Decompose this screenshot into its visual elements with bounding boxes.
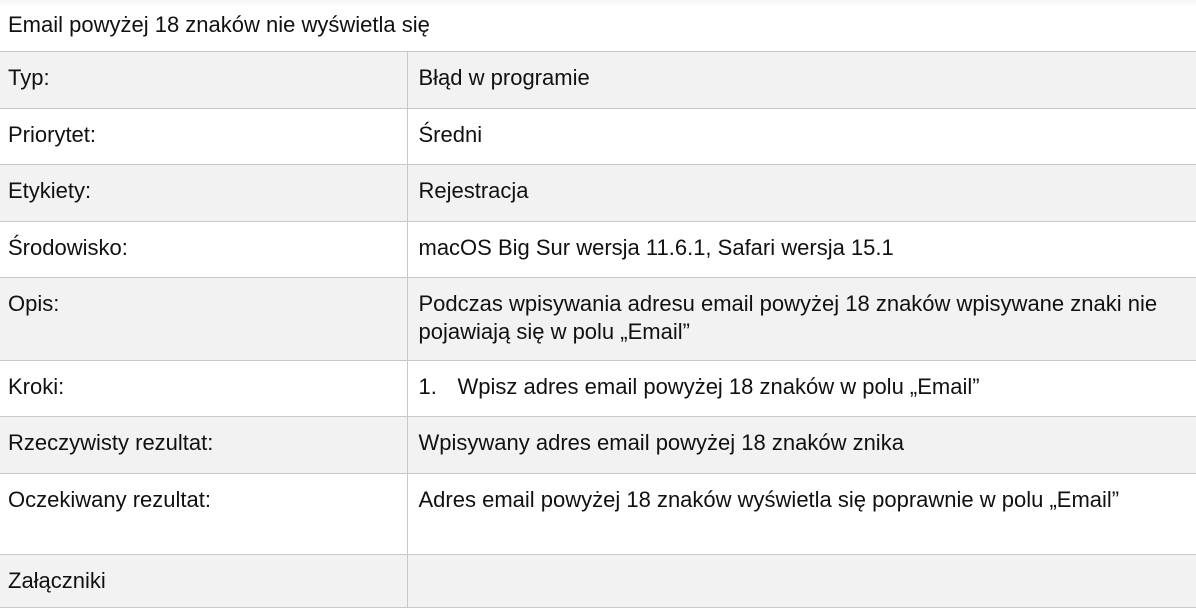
expected-result-label: Oczekiwany rezultat:: [0, 473, 408, 555]
type-value: Błąd w programie: [407, 52, 1196, 109]
row-expected-result: Oczekiwany rezultat: Adres email powyżej…: [0, 473, 1196, 555]
row-description: Opis: Podczas wpisywania adresu email po…: [0, 277, 1196, 361]
expected-result-value: Adres email powyżej 18 znaków wyświetla …: [407, 473, 1196, 555]
row-attachments: Załączniki: [0, 554, 1196, 608]
bug-report-table: Typ: Błąd w programie Priorytet: Średni …: [0, 52, 1196, 608]
attachments-value: [407, 554, 1196, 608]
row-environment: Środowisko: macOS Big Sur wersja 11.6.1,…: [0, 221, 1196, 278]
attachments-label: Załączniki: [0, 554, 408, 608]
type-label: Typ:: [0, 52, 408, 109]
step-number: 1.: [418, 373, 437, 399]
labels-value: Rejestracja: [407, 164, 1196, 222]
row-priority: Priorytet: Średni: [0, 108, 1196, 165]
step-item: 1. Wpisz adres email powyżej 18 znaków w…: [419, 373, 1187, 401]
priority-value: Średni: [407, 108, 1196, 165]
report-title: Email powyżej 18 znaków nie wyświetla si…: [0, 0, 1196, 52]
environment-label: Środowisko:: [0, 221, 408, 278]
description-label: Opis:: [0, 277, 408, 361]
row-labels: Etykiety: Rejestracja: [0, 164, 1196, 222]
environment-value: macOS Big Sur wersja 11.6.1, Safari wers…: [407, 221, 1196, 278]
row-actual-result: Rzeczywisty rezultat: Wpisywany adres em…: [0, 416, 1196, 474]
steps-list: 1. Wpisz adres email powyżej 18 znaków w…: [419, 373, 1187, 401]
row-type: Typ: Błąd w programie: [0, 52, 1196, 109]
labels-label: Etykiety:: [0, 164, 408, 222]
actual-result-value: Wpisywany adres email powyżej 18 znaków …: [407, 416, 1196, 474]
step-text: Wpisz adres email powyżej 18 znaków w po…: [457, 373, 980, 399]
row-steps: Kroki: 1. Wpisz adres email powyżej 18 z…: [0, 360, 1196, 417]
actual-result-label: Rzeczywisty rezultat:: [0, 416, 408, 474]
description-value: Podczas wpisywania adresu email powyżej …: [407, 277, 1196, 361]
priority-label: Priorytet:: [0, 108, 408, 165]
steps-label: Kroki:: [0, 360, 408, 417]
